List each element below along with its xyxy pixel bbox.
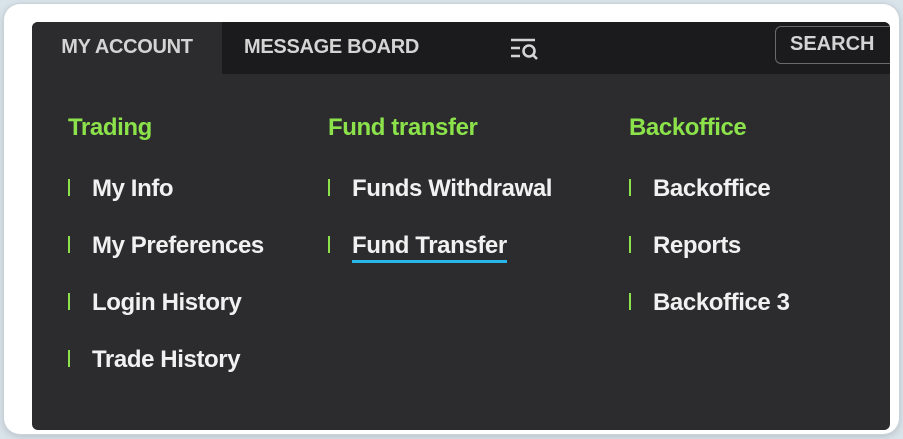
item-bullet (68, 179, 70, 197)
item-bullet (629, 293, 631, 311)
menu-item-funds-withdrawal[interactable]: Funds Withdrawal (328, 172, 552, 206)
item-bullet (629, 236, 631, 254)
menu-item-label: My Preferences (92, 232, 264, 259)
menu-item-backoffice[interactable]: Backoffice (629, 172, 771, 206)
menu-item-label: My Info (92, 175, 174, 202)
window-frame: MY ACCOUNT MESSAGE BOARD SEARCH Trading … (4, 4, 899, 434)
item-bullet (68, 236, 70, 254)
tab-message-board[interactable]: MESSAGE BOARD (244, 22, 419, 74)
menu-item-label: Login History (92, 289, 242, 316)
menu-item-trade-history[interactable]: Trade History (68, 343, 241, 377)
menu-item-label: Trade History (92, 346, 241, 373)
account-menu-panel: MY ACCOUNT MESSAGE BOARD SEARCH Trading … (32, 22, 890, 430)
menu-item-label: Backoffice (653, 175, 771, 202)
search-button[interactable]: SEARCH (775, 26, 890, 64)
column-heading-fund-transfer: Fund transfer (328, 114, 478, 141)
item-bullet (629, 179, 631, 197)
item-bullet (328, 179, 330, 197)
menu-item-label: Funds Withdrawal (352, 175, 553, 202)
item-bullet (328, 236, 330, 254)
tab-my-account[interactable]: MY ACCOUNT (32, 22, 222, 74)
menu-item-my-info[interactable]: My Info (68, 172, 174, 206)
menu-item-label: Backoffice 3 (653, 289, 790, 316)
item-bullet (68, 350, 70, 368)
menu-item-reports[interactable]: Reports (629, 229, 741, 263)
menu-item-label: Reports (653, 232, 741, 259)
column-heading-trading: Trading (68, 114, 152, 141)
menu-item-fund-transfer[interactable]: Fund Transfer (328, 229, 507, 263)
column-heading-backoffice: Backoffice (629, 114, 747, 141)
menu-item-label: Fund Transfer (352, 232, 507, 263)
menu-item-backoffice-3[interactable]: Backoffice 3 (629, 286, 790, 320)
tab-bar: MY ACCOUNT MESSAGE BOARD SEARCH (32, 22, 890, 74)
menu-item-my-preferences[interactable]: My Preferences (68, 229, 264, 263)
item-bullet (68, 293, 70, 311)
filter-search-icon[interactable] (509, 36, 543, 60)
menu-item-login-history[interactable]: Login History (68, 286, 242, 320)
